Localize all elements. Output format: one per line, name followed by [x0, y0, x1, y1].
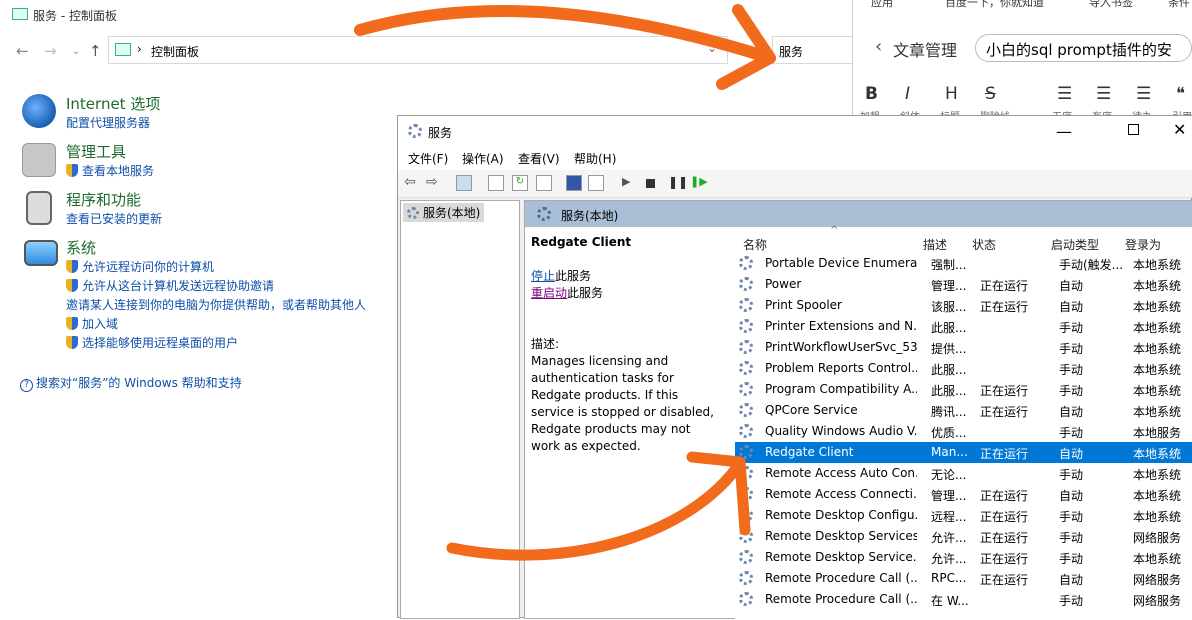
annotation-arrow-top [354, 5, 776, 64]
annotation-arrows [354, 4, 776, 561]
annotation-arrow-bottom [446, 464, 741, 561]
